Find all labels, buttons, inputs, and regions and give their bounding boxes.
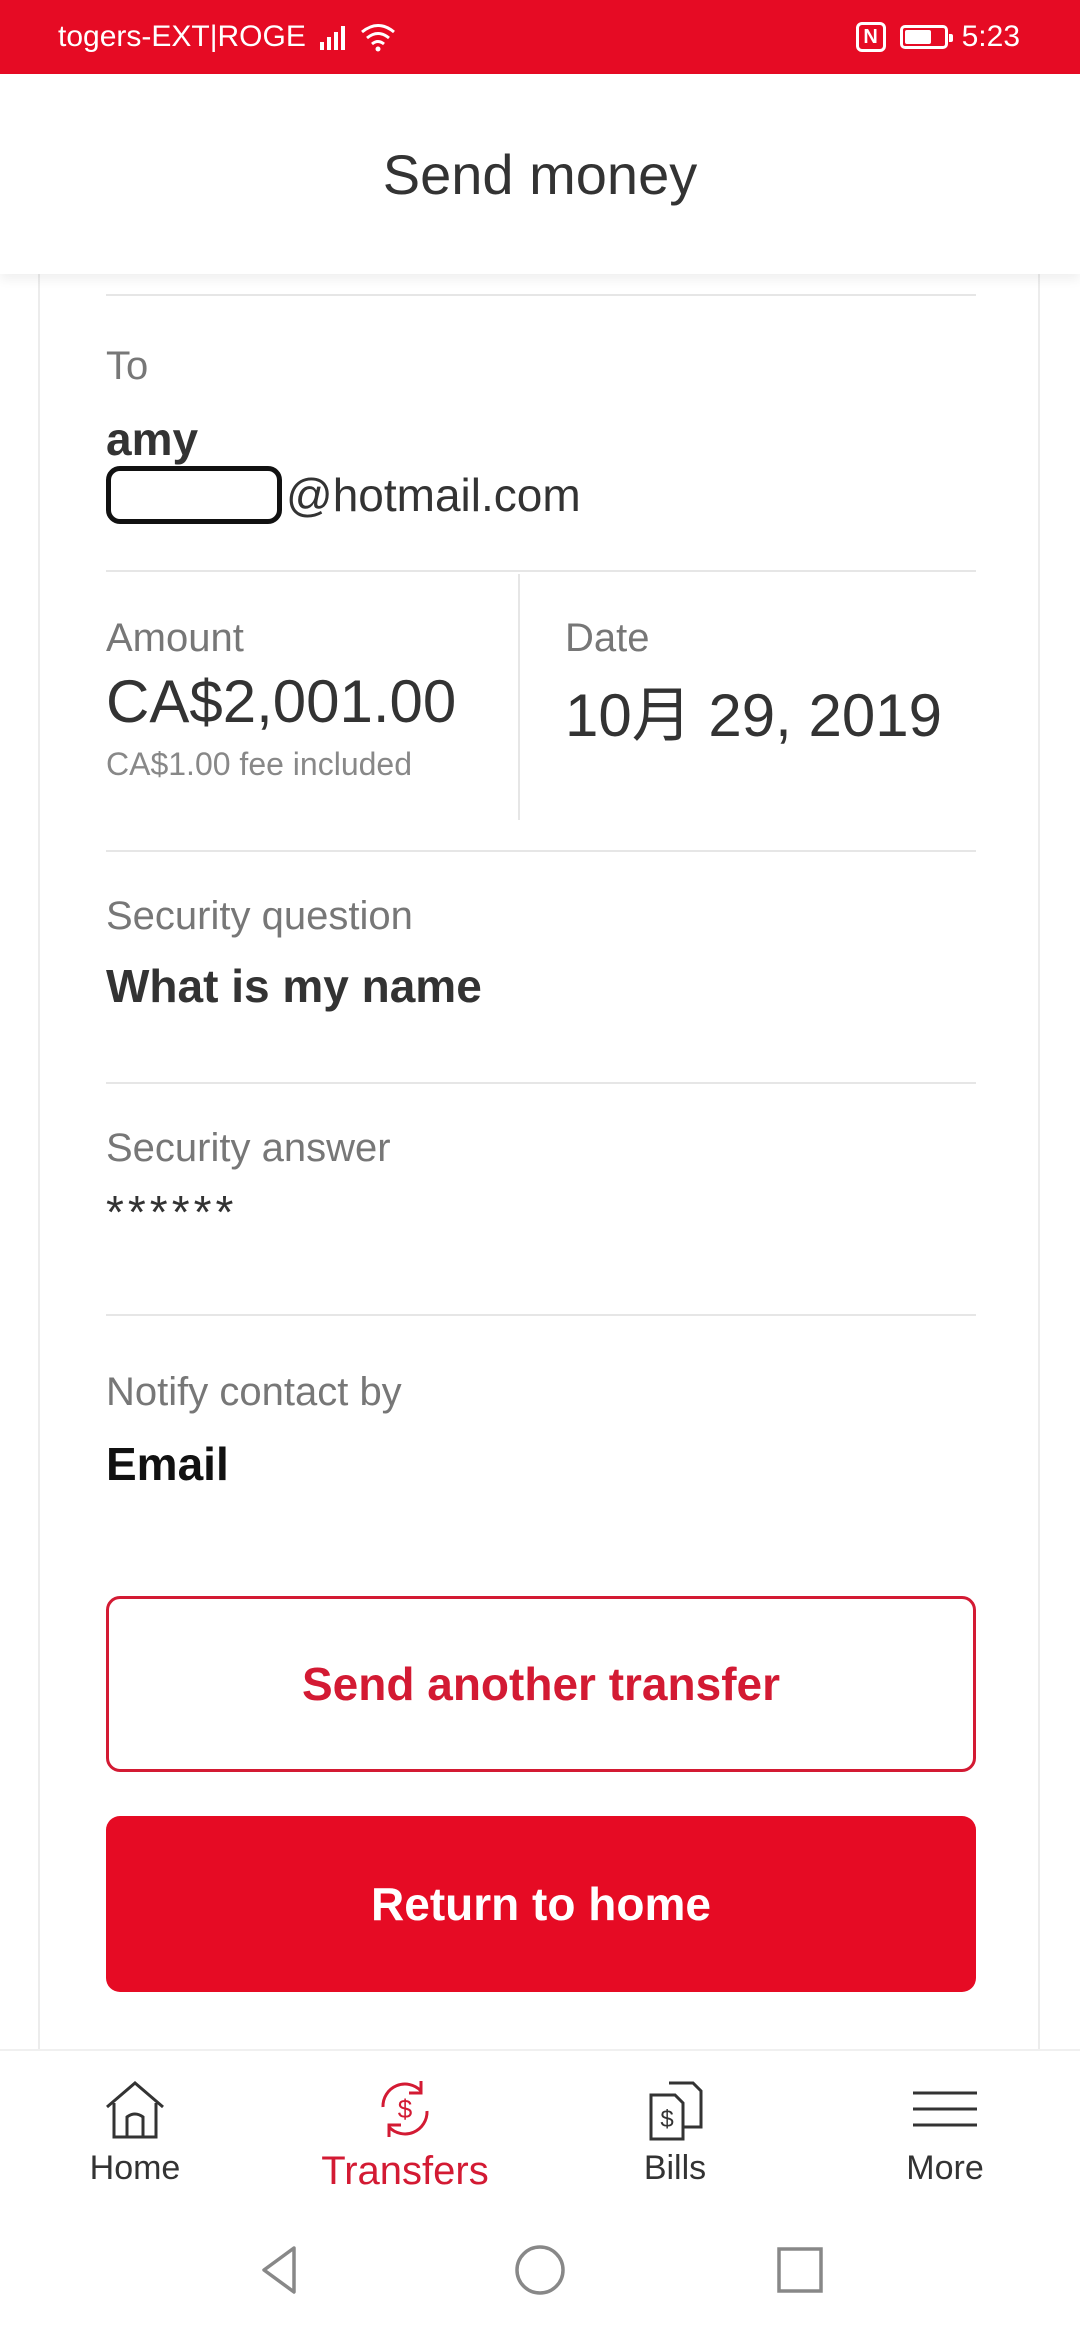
- bills-icon: $: [649, 2081, 703, 2141]
- security-answer-label: Security answer: [106, 1126, 391, 1170]
- wifi-icon: [360, 24, 395, 52]
- divider: [106, 1314, 976, 1316]
- recipient-name: amy: [106, 413, 199, 465]
- svg-text:$: $: [398, 2094, 413, 2124]
- divider: [106, 850, 976, 852]
- amount-value: CA$2,001.00: [106, 668, 457, 735]
- recipient-email-row: @hotmail.com: [106, 466, 976, 524]
- security-question-section: Security question What is my name: [106, 894, 976, 1013]
- send-another-transfer-button[interactable]: Send another transfer: [106, 1596, 976, 1772]
- divider: [106, 570, 976, 572]
- transfer-details-card: To amy @hotmail.com Amount CA$2,001.00 C…: [38, 274, 1040, 2049]
- date-section: Date 10月 29, 2019: [565, 616, 985, 754]
- recents-icon[interactable]: [770, 2240, 830, 2300]
- security-question-label: Security question: [106, 894, 413, 938]
- notify-value: Email: [106, 1438, 229, 1490]
- carrier-name: togers-EXT|ROGE: [58, 20, 306, 53]
- nav-item-bills[interactable]: $ Bills: [540, 2051, 810, 2199]
- nav-item-more[interactable]: More: [810, 2051, 1080, 2199]
- to-label: To: [106, 344, 149, 388]
- notify-label: Notify contact by: [106, 1370, 402, 1414]
- home-icon: [106, 2081, 164, 2139]
- redaction-mark: [106, 466, 282, 524]
- to-section: To: [106, 344, 976, 389]
- return-to-home-button[interactable]: Return to home: [106, 1816, 976, 1992]
- nav-item-transfers[interactable]: $ Transfers: [270, 2051, 540, 2199]
- security-answer-section: Security answer ******: [106, 1126, 976, 1239]
- notify-section: Notify contact by Email: [106, 1370, 976, 1491]
- nfc-icon: N: [855, 22, 886, 52]
- page-title: Send money: [382, 142, 698, 206]
- nav-label-transfers: Transfers: [321, 2149, 489, 2193]
- date-value: 10月 29, 2019: [565, 682, 942, 749]
- recipient-email: @hotmail.com: [106, 466, 976, 524]
- security-answer-value: ******: [106, 1186, 238, 1238]
- home-circle-icon[interactable]: [510, 2240, 570, 2300]
- recipient-email-suffix: @hotmail.com: [286, 469, 581, 521]
- date-label: Date: [565, 616, 650, 660]
- bottom-nav: Home $ Transfers $ Bills More: [0, 2049, 1080, 2199]
- amount-label: Amount: [106, 616, 244, 660]
- vertical-divider: [518, 574, 520, 820]
- transfers-icon: $: [381, 2081, 429, 2137]
- menu-icon: [913, 2091, 977, 2127]
- status-left: togers-EXT|ROGE: [58, 20, 397, 54]
- recipient-name-row: amy: [106, 412, 976, 466]
- fee-note: CA$1.00 fee included: [106, 746, 412, 782]
- status-bar: togers-EXT|ROGE N 5:23: [0, 0, 1080, 74]
- svg-text:$: $: [660, 2106, 673, 2133]
- signal-icon: [319, 24, 345, 50]
- system-nav-bar: [0, 2199, 1080, 2340]
- app-header: Send money: [0, 74, 1080, 274]
- battery-icon: [899, 25, 953, 49]
- nav-item-home[interactable]: Home: [0, 2051, 270, 2199]
- back-icon[interactable]: [250, 2240, 310, 2300]
- divider: [106, 294, 976, 296]
- nav-label-home: Home: [89, 2149, 181, 2187]
- nav-label-more: More: [906, 2149, 984, 2187]
- status-right: N 5:23: [855, 20, 1020, 54]
- amount-section: Amount CA$2,001.00 CA$1.00 fee included: [106, 616, 506, 783]
- clock: 5:23: [961, 20, 1020, 53]
- divider: [106, 1082, 976, 1084]
- nav-label-bills: Bills: [643, 2149, 707, 2187]
- security-question-value: What is my name: [106, 960, 482, 1012]
